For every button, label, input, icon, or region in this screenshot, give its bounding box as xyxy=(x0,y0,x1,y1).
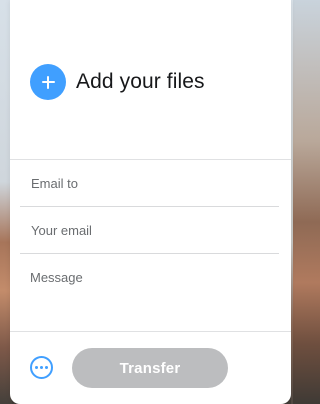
email-to-input[interactable] xyxy=(20,175,279,191)
plus-icon[interactable] xyxy=(30,64,66,100)
more-options-dot xyxy=(35,366,38,369)
your-email-field xyxy=(20,207,279,254)
more-options-dot xyxy=(40,366,43,369)
divider-bottom xyxy=(10,331,291,332)
transfer-button[interactable]: Transfer xyxy=(72,348,228,388)
message-input[interactable] xyxy=(20,254,279,314)
more-options-icon[interactable] xyxy=(30,356,53,379)
your-email-input[interactable] xyxy=(20,222,279,238)
plus-icon-vertical xyxy=(47,75,49,89)
more-options-dot xyxy=(45,366,48,369)
email-to-field xyxy=(20,160,279,207)
transfer-panel: Add your files Transfer xyxy=(10,0,291,404)
message-field xyxy=(20,254,279,330)
background-edge-right xyxy=(291,0,293,404)
add-files-button[interactable]: Add your files xyxy=(30,64,205,100)
add-files-label: Add your files xyxy=(76,70,205,93)
